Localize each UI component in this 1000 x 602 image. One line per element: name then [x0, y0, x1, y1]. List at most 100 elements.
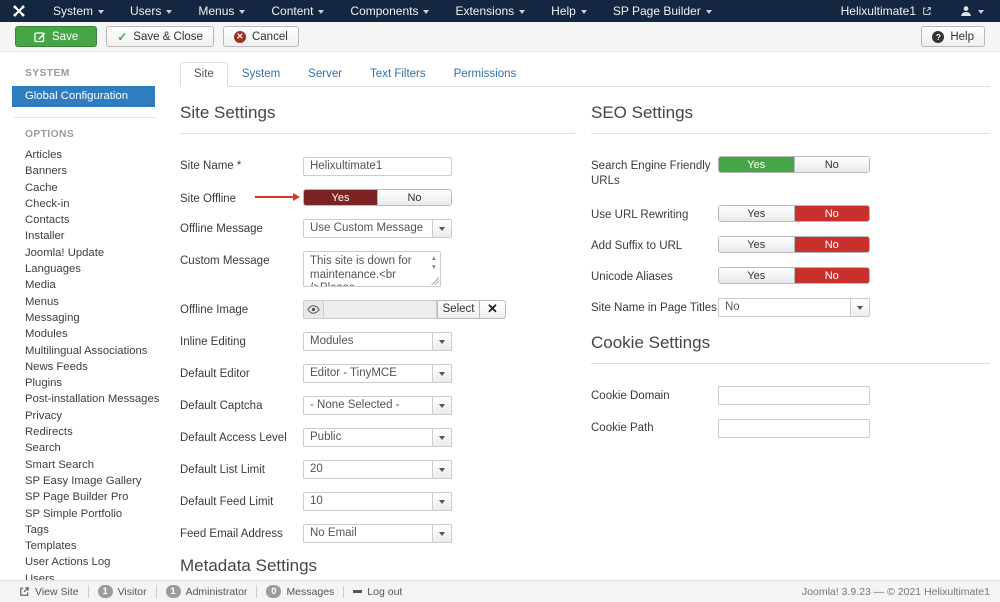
offline-image-field: Offline Image Select ✕ [180, 300, 575, 319]
sidebar-item-multilingual-associations[interactable]: Multilingual Associations [12, 343, 168, 359]
unicode-aliases-no-button[interactable]: No [794, 268, 870, 283]
menu-menus[interactable]: Menus [185, 0, 258, 22]
inline-editing-value: Modules [304, 333, 432, 350]
dropdown-button[interactable] [432, 461, 451, 478]
cookie-path-input[interactable] [718, 419, 870, 438]
inline-editing-select[interactable]: Modules [303, 332, 452, 351]
sidebar-item-plugins[interactable]: Plugins [12, 375, 168, 391]
menu-content[interactable]: Content [258, 0, 337, 22]
preview-eye-button[interactable] [303, 300, 324, 319]
default-list-limit-select[interactable]: 20 [303, 460, 452, 479]
cookie-path-field: Cookie Path [591, 418, 990, 438]
menu-extensions[interactable]: Extensions [442, 0, 538, 22]
offline-image-path-input[interactable] [324, 300, 437, 319]
dropdown-button[interactable] [432, 220, 451, 237]
menu-sp-page-builder[interactable]: SP Page Builder [600, 0, 725, 22]
sidebar-item-contacts[interactable]: Contacts [12, 212, 168, 228]
menu-components[interactable]: Components [337, 0, 442, 22]
cookie-domain-input[interactable] [718, 386, 870, 405]
default-access-select[interactable]: Public [303, 428, 452, 447]
menu-users[interactable]: Users [117, 0, 185, 22]
dropdown-button[interactable] [432, 525, 451, 542]
sidebar-item-media[interactable]: Media [12, 277, 168, 293]
tab-permissions[interactable]: Permissions [440, 62, 531, 87]
add-suffix-yes-button[interactable]: Yes [719, 237, 794, 252]
menu-system[interactable]: System [40, 0, 117, 22]
menu-help[interactable]: Help [538, 0, 600, 22]
url-rewriting-yes-button[interactable]: Yes [719, 206, 794, 221]
sidebar-item-languages[interactable]: Languages [12, 261, 168, 277]
sidebar-item-privacy[interactable]: Privacy [12, 408, 168, 424]
tab-server[interactable]: Server [294, 62, 356, 87]
sidebar-item-cache[interactable]: Cache [12, 180, 168, 196]
sidebar-item-joomla-update[interactable]: Joomla! Update [12, 245, 168, 261]
sidebar-item-messaging[interactable]: Messaging [12, 310, 168, 326]
sidebar-item-sp-easy-image-gallery[interactable]: SP Easy Image Gallery [12, 473, 168, 489]
tab-system[interactable]: System [228, 62, 294, 87]
save-close-button[interactable]: ✓ Save & Close [106, 26, 214, 47]
user-menu[interactable] [942, 5, 988, 17]
joomla-logo-icon[interactable] [12, 4, 26, 18]
site-offline-no-button[interactable]: No [377, 190, 451, 205]
sidebar-item-search[interactable]: Search [12, 440, 168, 456]
dropdown-button[interactable] [432, 333, 451, 350]
clear-image-button[interactable]: ✕ [480, 300, 506, 319]
sef-urls-yes-button[interactable]: Yes [719, 157, 794, 172]
sidebar-item-news-feeds[interactable]: News Feeds [12, 359, 168, 375]
save-button[interactable]: Save [15, 26, 97, 47]
dropdown-button[interactable] [432, 429, 451, 446]
sef-urls-no-button[interactable]: No [794, 157, 870, 172]
feed-email-select[interactable]: No Email [303, 524, 452, 543]
check-icon: ✓ [117, 30, 127, 44]
sidebar-item-redirects[interactable]: Redirects [12, 424, 168, 440]
scroll-down-icon[interactable]: ▼ [431, 265, 437, 271]
site-name-input[interactable] [303, 157, 452, 176]
sidebar-item-modules[interactable]: Modules [12, 326, 168, 342]
default-list-limit-field: Default List Limit 20 [180, 460, 575, 479]
default-feed-limit-select[interactable]: 10 [303, 492, 452, 511]
sitename-titles-select[interactable]: No [718, 298, 870, 317]
sidebar-item-installer[interactable]: Installer [12, 228, 168, 244]
dropdown-button[interactable] [432, 493, 451, 510]
sidebar-item-tags[interactable]: Tags [12, 522, 168, 538]
sidebar-item-sp-simple-portfolio[interactable]: SP Simple Portfolio [12, 506, 168, 522]
messages-status[interactable]: 0 Messages [256, 585, 343, 598]
visitor-status[interactable]: 1 Visitor [88, 585, 156, 598]
tab-text-filters[interactable]: Text Filters [356, 62, 440, 87]
logout-link[interactable]: Log out [343, 586, 411, 598]
help-button[interactable]: ? Help [921, 26, 985, 47]
sidebar-item-global-configuration[interactable]: Global Configuration [12, 86, 155, 107]
url-rewriting-no-button[interactable]: No [794, 206, 870, 221]
dropdown-button[interactable] [850, 299, 869, 316]
view-site-link[interactable]: View Site [10, 586, 88, 598]
chevron-down-icon [439, 340, 445, 344]
preview-site-link[interactable]: Helixultimate1 [831, 4, 942, 18]
sidebar-item-check-in[interactable]: Check-in [12, 196, 168, 212]
scroll-up-icon[interactable]: ▲ [431, 256, 437, 262]
joomla-admin-window: System Users Menus Content Components Ex… [0, 0, 1000, 602]
sidebar-item-user-actions-log[interactable]: User Actions Log [12, 554, 168, 570]
resize-grip-icon[interactable] [431, 277, 439, 285]
cancel-button[interactable]: ✕ Cancel [223, 26, 299, 47]
sidebar-item-users[interactable]: Users [12, 571, 168, 580]
offline-message-select[interactable]: Use Custom Message [303, 219, 452, 238]
sidebar-item-menus[interactable]: Menus [12, 294, 168, 310]
sidebar-item-post-installation-messages[interactable]: Post-installation Messages [12, 391, 168, 407]
sidebar-item-templates[interactable]: Templates [12, 538, 168, 554]
default-editor-select[interactable]: Editor - TinyMCE [303, 364, 452, 383]
dropdown-button[interactable] [432, 397, 451, 414]
sidebar-item-smart-search[interactable]: Smart Search [12, 457, 168, 473]
custom-message-textarea[interactable]: This site is down for maintenance.<br />… [303, 251, 441, 287]
dropdown-button[interactable] [432, 365, 451, 382]
sidebar-item-sp-page-builder-pro[interactable]: SP Page Builder Pro [12, 489, 168, 505]
unicode-aliases-yes-button[interactable]: Yes [719, 268, 794, 283]
administrator-status[interactable]: 1 Administrator [156, 585, 257, 598]
tab-site[interactable]: Site [180, 62, 228, 87]
default-captcha-select[interactable]: - None Selected - [303, 396, 452, 415]
site-offline-yes-button[interactable]: Yes [304, 190, 377, 205]
chevron-down-icon [706, 10, 712, 14]
image-select-button[interactable]: Select [437, 300, 480, 319]
add-suffix-no-button[interactable]: No [794, 237, 870, 252]
sidebar-item-articles[interactable]: Articles [12, 147, 168, 163]
sidebar-item-banners[interactable]: Banners [12, 163, 168, 179]
